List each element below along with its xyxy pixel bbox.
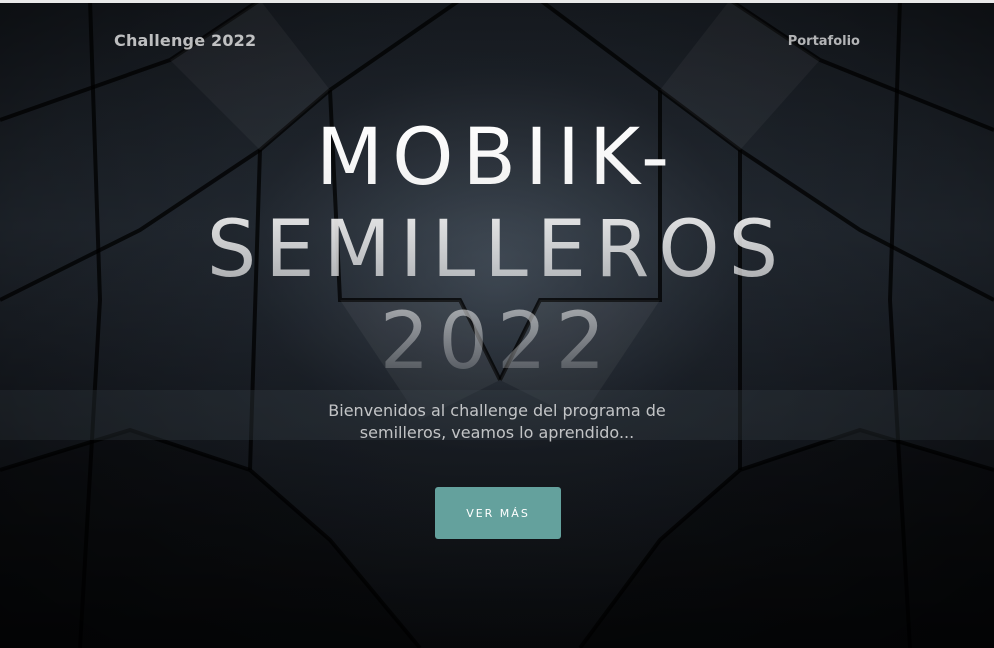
top-border — [0, 0, 994, 3]
ver-mas-button[interactable]: VER MÁS — [435, 487, 561, 539]
hero-subtitle: Bienvenidos al challenge del programa de… — [328, 401, 666, 442]
title-line-3: 2022 — [379, 297, 615, 387]
nav-brand-link[interactable]: Challenge 2022 — [114, 31, 256, 50]
page-title: MOBIIK- SEMILLEROS 2022 — [0, 112, 994, 388]
nav-portafolio-link[interactable]: Portafolio — [788, 34, 860, 49]
hero-section: Challenge 2022 Portafolio MOBIIK- SEMILL… — [0, 0, 994, 648]
title-line-2: SEMILLEROS — [206, 205, 788, 295]
title-line-1: MOBIIK- — [315, 113, 679, 203]
